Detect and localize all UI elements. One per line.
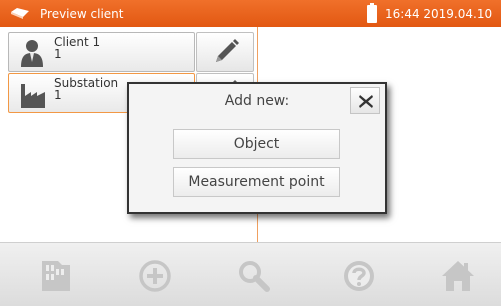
close-button[interactable] — [350, 87, 380, 114]
window-title: Preview client — [40, 7, 124, 21]
tree-item-sub: 1 — [54, 47, 62, 61]
bottom-toolbar — [0, 242, 501, 306]
plus-circle-icon[interactable] — [137, 259, 173, 293]
add-object-button[interactable]: Object — [173, 129, 340, 159]
close-icon — [359, 95, 373, 108]
tree-item-client[interactable]: Client 1 1 — [8, 32, 195, 72]
title-bar: Preview client 16:44 2019.04.10 — [0, 0, 501, 27]
pencil-icon — [216, 39, 239, 62]
edit-client-button[interactable] — [196, 32, 254, 72]
person-icon — [21, 40, 43, 67]
meter-icon — [11, 8, 29, 19]
memory-card-icon[interactable] — [38, 259, 74, 293]
tree-item-label: Substation — [54, 76, 119, 90]
help-icon[interactable] — [341, 259, 377, 293]
factory-icon — [21, 84, 45, 108]
clock: 16:44 2019.04.10 — [385, 7, 493, 21]
tree-item-sub: 1 — [54, 88, 62, 102]
add-new-dialog: Add new: Object Measurement point — [127, 82, 387, 214]
home-icon[interactable] — [440, 259, 476, 293]
dialog-title: Add new: — [224, 93, 290, 109]
add-measurement-point-button[interactable]: Measurement point — [173, 167, 340, 197]
search-icon[interactable] — [236, 259, 272, 293]
battery-icon — [367, 3, 377, 23]
